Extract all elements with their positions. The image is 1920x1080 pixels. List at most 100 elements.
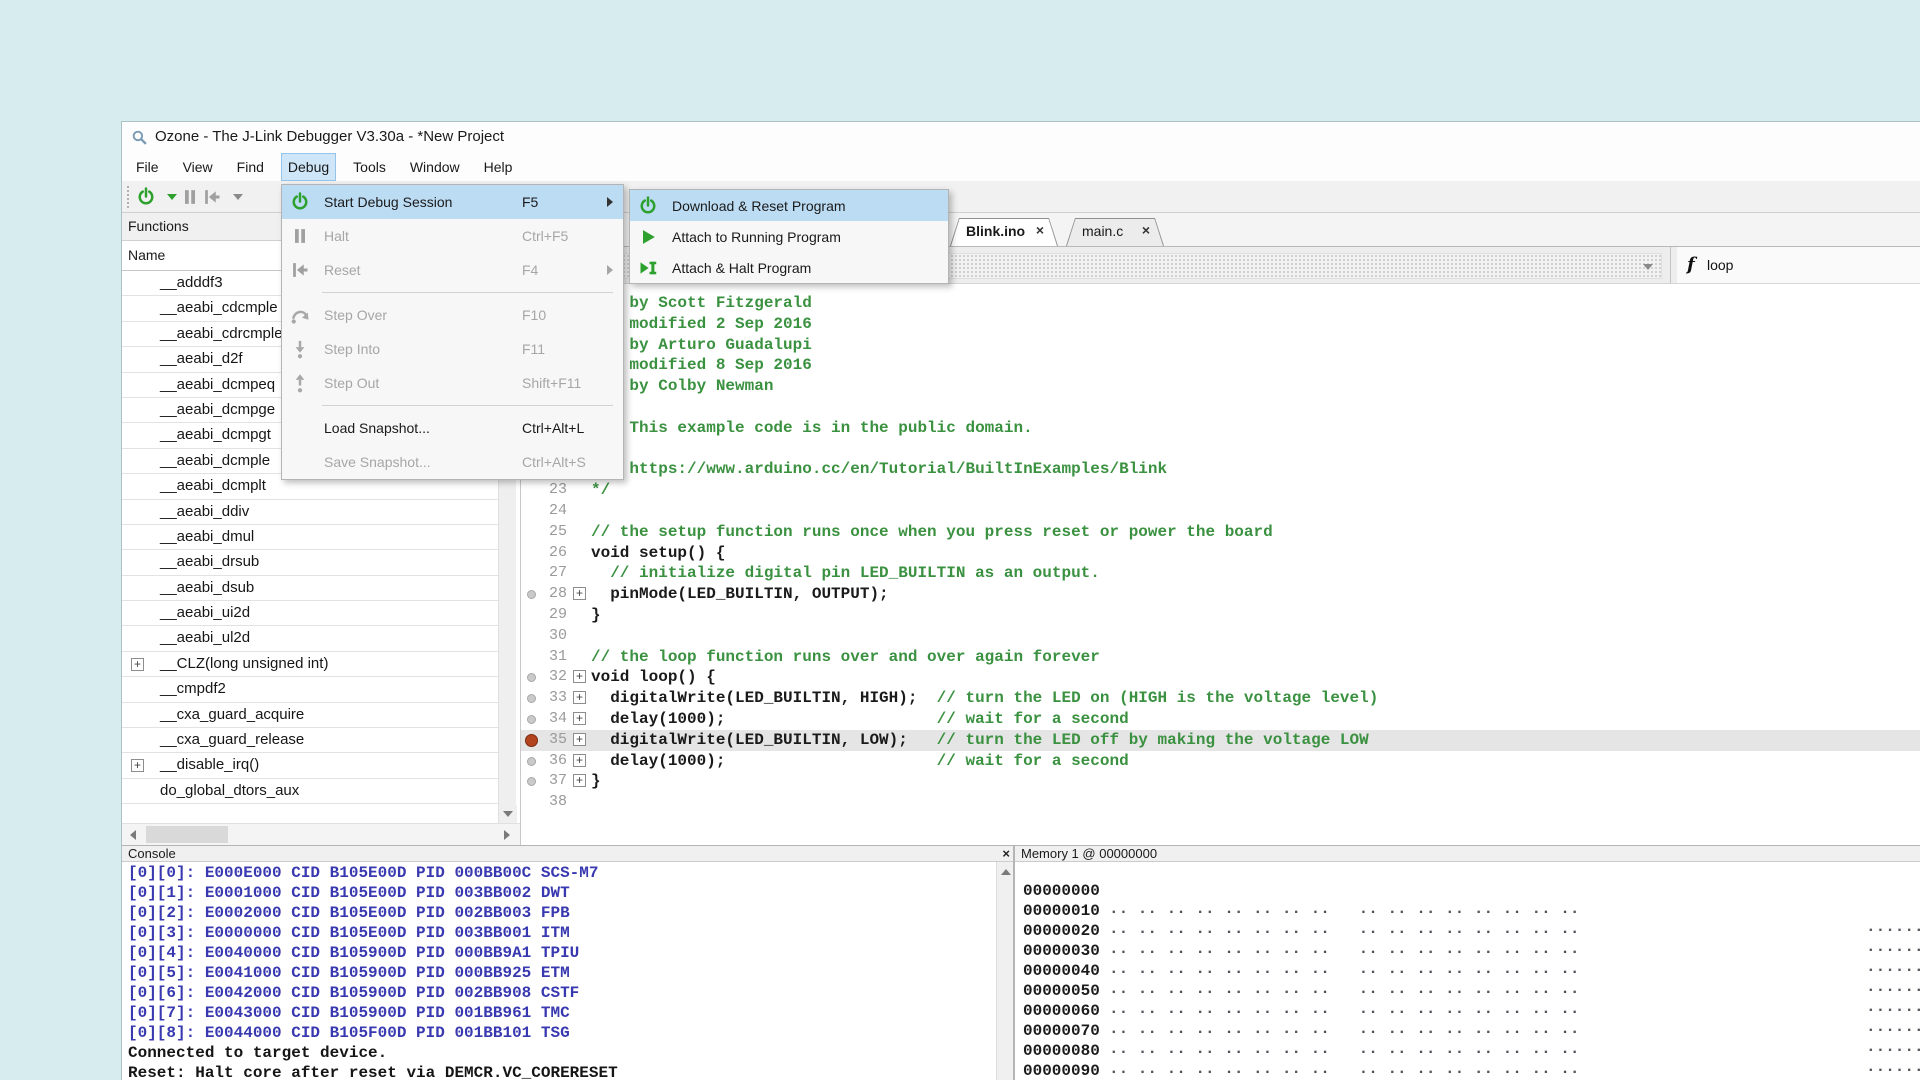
expander-icon[interactable] xyxy=(573,754,586,767)
submenu-item[interactable]: Download & Reset Program xyxy=(630,190,948,221)
code-line[interactable]: https://www.arduino.cc/en/Tutorial/Built… xyxy=(521,459,1920,480)
line-number[interactable]: 27 xyxy=(521,564,567,581)
code-line[interactable]: by Scott Fitzgerald xyxy=(521,293,1920,314)
code-line[interactable]: 36 delay(1000); // wait for a second xyxy=(521,751,1920,772)
debug-menu-item[interactable]: Reset F4 xyxy=(282,253,623,287)
line-number[interactable]: 24 xyxy=(521,502,567,519)
tab-main-c[interactable]: main.c × xyxy=(1066,218,1164,246)
console-vertical-scrollbar[interactable] xyxy=(996,862,1013,1080)
debug-menu-item[interactable] xyxy=(282,287,623,298)
function-row[interactable]: __aeabi_dmul xyxy=(122,525,498,550)
line-number[interactable]: 35 xyxy=(521,731,567,748)
line-number[interactable]: 23 xyxy=(521,481,567,498)
menubar-item[interactable]: View xyxy=(176,153,220,181)
scroll-down-icon[interactable] xyxy=(499,805,517,823)
scrollbar-thumb[interactable] xyxy=(146,826,228,843)
menubar-item[interactable]: Debug xyxy=(281,153,336,181)
code-line[interactable]: 30 xyxy=(521,626,1920,647)
console-output[interactable]: [0][0]: E000E000 CID B105E00D PID 000BB0… xyxy=(122,862,996,1080)
line-number[interactable]: 34 xyxy=(521,710,567,727)
line-number[interactable]: 38 xyxy=(521,793,567,810)
line-number[interactable]: 32 xyxy=(521,668,567,685)
code-line[interactable]: 34 delay(1000); // wait for a second xyxy=(521,709,1920,730)
code-line[interactable]: by Arturo Guadalupi xyxy=(521,335,1920,356)
expander-icon[interactable] xyxy=(131,658,144,671)
submenu-item[interactable]: Attach to Running Program xyxy=(630,221,948,252)
line-number[interactable]: 28 xyxy=(521,585,567,602)
function-row[interactable]: __aeabi_ddiv xyxy=(122,500,498,525)
close-icon[interactable]: × xyxy=(1036,222,1044,238)
expander-icon[interactable] xyxy=(573,587,586,600)
code-line[interactable]: 25 // the setup function runs once when … xyxy=(521,522,1920,543)
code-line[interactable] xyxy=(521,397,1920,418)
tab-blink-ino[interactable]: Blink.ino × xyxy=(950,218,1058,246)
expander-icon[interactable] xyxy=(573,733,586,746)
expander-icon[interactable] xyxy=(573,691,586,704)
function-row[interactable]: __aeabi_ul2d xyxy=(122,626,498,651)
menubar-item[interactable]: Tools xyxy=(346,153,393,181)
line-number[interactable]: 31 xyxy=(521,648,567,665)
line-number[interactable]: 29 xyxy=(521,606,567,623)
scroll-left-icon[interactable] xyxy=(124,826,142,844)
function-row[interactable]: __cmpdf2 xyxy=(122,677,498,702)
line-number[interactable]: 37 xyxy=(521,772,567,789)
debug-menu-item[interactable]: Start Debug Session F5 xyxy=(282,185,623,219)
code-line[interactable]: 23 */ xyxy=(521,480,1920,501)
expander-icon[interactable] xyxy=(573,712,586,725)
function-row[interactable]: __aeabi_ui2d xyxy=(122,601,498,626)
menubar-item[interactable]: Window xyxy=(403,153,467,181)
start-debug-button[interactable] xyxy=(135,186,157,208)
expander-icon[interactable] xyxy=(573,774,586,787)
debug-menu-item[interactable]: Load Snapshot... Ctrl+Alt+L xyxy=(282,411,623,445)
debug-menu-item[interactable]: Halt Ctrl+F5 xyxy=(282,219,623,253)
close-icon[interactable]: × xyxy=(1002,846,1010,862)
code-editor[interactable]: by Scott Fitzgerald modified 2 Sep 2016 … xyxy=(521,284,1920,845)
code-line[interactable]: 24 xyxy=(521,501,1920,522)
code-line[interactable]: 35 digitalWrite(LED_BUILTIN, LOW); // tu… xyxy=(521,730,1920,751)
code-line[interactable]: 31 // the loop function runs over and ov… xyxy=(521,647,1920,668)
debug-menu-item[interactable] xyxy=(282,400,623,411)
line-number[interactable]: 33 xyxy=(521,689,567,706)
functions-horizontal-scrollbar[interactable] xyxy=(122,823,520,845)
code-line[interactable]: 38 xyxy=(521,792,1920,813)
function-row[interactable]: __aeabi_drsub xyxy=(122,550,498,575)
code-line[interactable]: modified 2 Sep 2016 xyxy=(521,314,1920,335)
function-row[interactable]: __CLZ(long unsigned int) xyxy=(122,652,498,677)
function-row[interactable]: __disable_irq() xyxy=(122,753,498,778)
scroll-right-icon[interactable] xyxy=(498,826,516,844)
line-number[interactable]: 30 xyxy=(521,627,567,644)
scroll-up-icon[interactable] xyxy=(997,864,1014,880)
code-line[interactable]: 37 } xyxy=(521,771,1920,792)
expander-icon[interactable] xyxy=(573,670,586,683)
function-row[interactable]: do_global_dtors_aux xyxy=(122,779,498,804)
code-line[interactable]: 28 pinMode(LED_BUILTIN, OUTPUT); xyxy=(521,584,1920,605)
code-line[interactable]: by Colby Newman xyxy=(521,376,1920,397)
toolbar-drag-handle[interactable] xyxy=(127,186,129,208)
function-row[interactable]: __cxa_guard_acquire xyxy=(122,703,498,728)
debug-menu-item[interactable]: Step Out Shift+F11 xyxy=(282,366,623,400)
code-line[interactable]: This example code is in the public domai… xyxy=(521,418,1920,439)
expander-icon[interactable] xyxy=(131,759,144,772)
submenu-item[interactable]: Attach & Halt Program xyxy=(630,252,948,283)
menubar-item[interactable]: Find xyxy=(230,153,271,181)
debug-menu-item[interactable]: Step Into F11 xyxy=(282,332,623,366)
code-line[interactable]: modified 8 Sep 2016 xyxy=(521,355,1920,376)
function-selector[interactable]: f loop xyxy=(1677,247,1920,283)
menubar-item[interactable]: Help xyxy=(477,153,520,181)
code-line[interactable]: 26 void setup() { xyxy=(521,543,1920,564)
code-line[interactable]: 29 } xyxy=(521,605,1920,626)
debug-menu-item[interactable]: Step Over F10 xyxy=(282,298,623,332)
code-line[interactable]: 33 digitalWrite(LED_BUILTIN, HIGH); // t… xyxy=(521,688,1920,709)
line-number[interactable]: 25 xyxy=(521,523,567,540)
line-number[interactable]: 36 xyxy=(521,752,567,769)
menubar-item[interactable]: File xyxy=(129,153,166,181)
halt-button[interactable] xyxy=(179,186,201,208)
reset-button[interactable] xyxy=(201,186,223,208)
code-line[interactable]: 32 void loop() { xyxy=(521,667,1920,688)
function-row[interactable]: __aeabi_dsub xyxy=(122,576,498,601)
code-line[interactable] xyxy=(521,439,1920,460)
line-number[interactable]: 26 xyxy=(521,544,567,561)
close-icon[interactable]: × xyxy=(1142,222,1150,238)
reset-dropdown-button[interactable] xyxy=(227,186,249,208)
debug-menu-item[interactable]: Save Snapshot... Ctrl+Alt+S xyxy=(282,445,623,479)
